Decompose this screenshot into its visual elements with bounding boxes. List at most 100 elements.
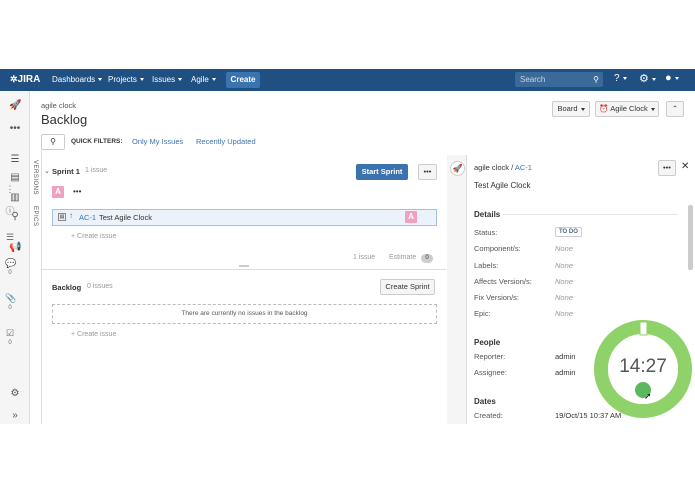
estimate-label: Estimate	[389, 254, 417, 261]
status-label: Status:	[474, 228, 498, 237]
close-icon[interactable]: ✕	[681, 161, 689, 172]
sprint-divider-handle[interactable]	[239, 265, 249, 267]
status-badge[interactable]: TO DO	[555, 227, 582, 237]
reports-icon[interactable]: ▥	[9, 193, 21, 203]
fix-versions-value: None	[555, 293, 573, 302]
assignee-avatar[interactable]: A	[52, 186, 64, 198]
info-icon[interactable]: ⓘ	[5, 206, 15, 216]
drag-handle-icon[interactable]: ⋮	[5, 184, 15, 194]
jira-logo[interactable]: ✲JIRA	[10, 74, 40, 85]
rocket-icon[interactable]: 🚀	[9, 101, 21, 111]
start-sprint-button[interactable]: Start Sprint	[356, 164, 408, 180]
affects-versions-value: None	[555, 277, 573, 286]
epic-label: Epic:	[474, 309, 491, 318]
tab-versions[interactable]: VERSIONS	[32, 160, 38, 195]
more-icon[interactable]: •••	[9, 124, 21, 134]
backlog-icon[interactable]: ☰	[9, 155, 21, 165]
components-value: None	[555, 244, 573, 253]
components-label: Component/s:	[474, 244, 521, 253]
issue-key[interactable]: AC-1	[79, 213, 96, 222]
create-issue-link[interactable]: + Create issue	[71, 233, 116, 240]
nav-issues[interactable]: Issues	[152, 75, 183, 84]
estimate-badge: 0	[421, 254, 433, 263]
labels-value: None	[555, 261, 573, 270]
attachment-count: 0	[8, 305, 12, 311]
description-icon[interactable]: ☰	[5, 232, 15, 242]
collapse-header-button[interactable]: ⌃	[666, 101, 684, 117]
subtask-icon[interactable]: ☑	[5, 328, 15, 338]
subtask-count: 0	[8, 340, 12, 346]
breadcrumb-project[interactable]: agile clock	[474, 163, 509, 172]
help-icon[interactable]: ?	[614, 73, 632, 84]
sprint-footer-count: 1 issue	[353, 254, 376, 261]
search-icon: ⚲	[593, 75, 599, 84]
dates-heading: Dates	[474, 397, 496, 406]
detail-scrollbar[interactable]	[688, 205, 693, 270]
labels-label: Labels:	[474, 261, 499, 270]
chevron-down-icon	[211, 78, 216, 82]
clock-time: 14:27	[619, 356, 667, 377]
affects-versions-label: Affects Version/s:	[474, 277, 532, 286]
quick-filter-search[interactable]: ⚲	[41, 134, 65, 150]
issue-assignee-avatar: A	[405, 211, 417, 223]
backlog-empty-state: There are currently no issues in the bac…	[52, 304, 437, 324]
search-icon: ⚲	[50, 137, 56, 146]
breadcrumb-issue-key[interactable]: AC-1	[515, 163, 532, 172]
page-title: Backlog	[41, 112, 88, 127]
sprint-issue-count: 1 issue	[85, 167, 108, 174]
details-divider	[503, 214, 678, 215]
reporter-value: admin	[555, 352, 576, 361]
board-button[interactable]: Board	[552, 101, 590, 117]
sprint-toggle-icon[interactable]: ⌄	[44, 167, 50, 175]
clock-cursor-icon: ➚	[644, 392, 652, 402]
chevron-down-icon	[178, 78, 183, 82]
nav-dashboards[interactable]: Dashboards	[52, 75, 103, 84]
announce-icon[interactable]: 📢	[9, 243, 21, 253]
chevron-down-icon	[139, 78, 144, 82]
details-heading: Details	[474, 210, 501, 219]
gear-icon[interactable]: ⚙	[639, 72, 657, 85]
reporter-label: Reporter:	[474, 352, 506, 361]
settings-icon[interactable]: ⚙	[9, 389, 21, 399]
filter-only-my-issues[interactable]: Only My Issues	[132, 137, 183, 146]
more-icon[interactable]: •••	[73, 187, 81, 196]
chevron-down-icon	[580, 107, 585, 111]
board-icon[interactable]: ▤	[9, 173, 21, 183]
chevron-down-icon	[98, 78, 103, 82]
priority-high-icon: ↑	[69, 211, 73, 220]
detail-rail	[447, 155, 467, 424]
epic-value: None	[555, 309, 573, 318]
issue-summary: Test Agile Clock	[99, 213, 152, 222]
nav-projects[interactable]: Projects	[108, 75, 144, 84]
attachment-icon[interactable]: 📎	[5, 293, 16, 303]
detail-more-button[interactable]: •••	[658, 160, 676, 176]
backlog-issue-count: 0 issues	[87, 283, 113, 290]
sprint-more-button[interactable]: •••	[418, 164, 437, 180]
expand-sidebar-icon[interactable]: »	[9, 411, 21, 421]
agile-clock-button[interactable]: ⏰ Agile Clock	[595, 101, 659, 117]
fix-versions-label: Fix Version/s:	[474, 293, 520, 302]
assignee-value: admin	[555, 368, 576, 377]
search-input[interactable]: Search ⚲	[515, 72, 603, 87]
rocket-icon[interactable]: 🚀	[450, 161, 465, 176]
issue-title: Test Agile Clock	[474, 181, 531, 190]
jira-logo-icon: ✲	[10, 74, 18, 84]
create-button[interactable]: Create	[226, 72, 260, 88]
alarm-clock-icon: ⏰	[599, 104, 609, 113]
comment-icon[interactable]: 💬	[5, 258, 16, 268]
user-avatar[interactable]: ●	[665, 72, 685, 84]
created-label: Created:	[474, 411, 503, 420]
filter-recently-updated[interactable]: Recently Updated	[196, 137, 256, 146]
chevron-down-icon	[650, 107, 655, 111]
nav-agile[interactable]: Agile	[191, 75, 216, 84]
sprint-name[interactable]: Sprint 1	[52, 167, 80, 176]
comment-count: 0	[8, 270, 12, 276]
breadcrumb: agile clock / AC-1	[474, 163, 532, 172]
backlog-name: Backlog	[52, 283, 82, 292]
create-sprint-button[interactable]: Create Sprint	[380, 279, 435, 295]
backlog-create-issue-link[interactable]: + Create issue	[71, 331, 116, 338]
tab-epics[interactable]: EPICS	[32, 206, 38, 227]
people-heading: People	[474, 338, 501, 347]
clock-marker	[639, 321, 648, 336]
project-name[interactable]: agile clock	[41, 101, 76, 110]
